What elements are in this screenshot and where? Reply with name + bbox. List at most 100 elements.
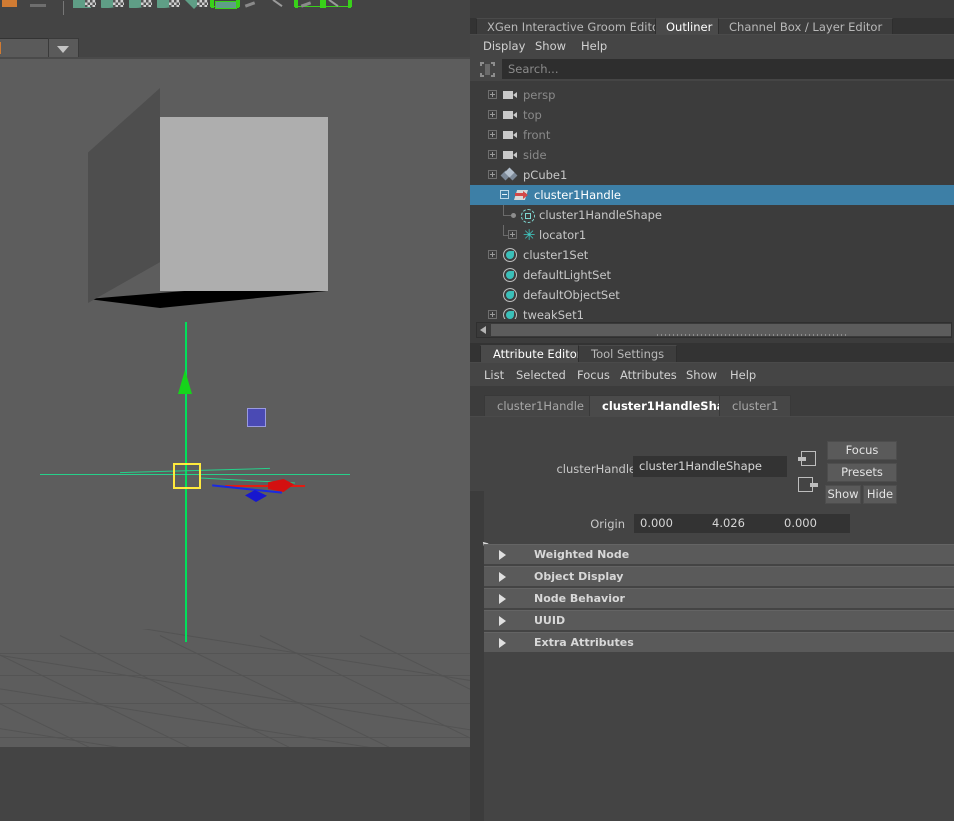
origin-z-input[interactable]: 0.000 (778, 514, 850, 533)
outliner-menu-display[interactable]: Display (483, 39, 525, 53)
list-item[interactable]: tweakSet1 (470, 305, 954, 319)
outliner-item-label: pCube1 (523, 168, 568, 182)
y-axis-arrow-icon[interactable] (178, 370, 192, 394)
list-item[interactable]: ✳ locator1 (470, 225, 954, 245)
ae-menu-selected[interactable]: Selected (516, 368, 566, 382)
node-tab-cluster1[interactable]: cluster1 (719, 395, 792, 416)
list-item[interactable]: front (470, 125, 954, 145)
viewport-3d[interactable] (0, 57, 470, 747)
last-tool-icon[interactable] (322, 0, 352, 8)
expander-toggle[interactable] (488, 90, 497, 99)
expander-toggle[interactable] (488, 130, 497, 139)
locator1-handle[interactable] (247, 408, 266, 427)
manipulator-center-handle[interactable] (173, 463, 201, 489)
frame-all-icon[interactable] (480, 62, 495, 77)
select-mesh-icon[interactable] (71, 0, 99, 8)
list-item[interactable]: pCube1 (470, 165, 954, 185)
focus-button[interactable]: Focus (827, 441, 897, 460)
list-item-selected[interactable]: cluster1Handle (470, 185, 954, 205)
ae-menu-attributes[interactable]: Attributes (620, 368, 677, 382)
snap-curve-icon[interactable] (28, 0, 56, 7)
section-label: Weighted Node (534, 548, 630, 561)
list-item[interactable]: cluster1Set (470, 245, 954, 265)
move-tool-icon[interactable] (210, 0, 240, 9)
scrollbar-grip (657, 334, 847, 336)
arrow-left-icon[interactable] (480, 326, 486, 334)
output-connection-icon[interactable] (798, 477, 818, 492)
ae-menu-list[interactable]: List (484, 368, 504, 382)
section-label: Extra Attributes (534, 636, 634, 649)
list-item[interactable]: cluster1HandleShape (470, 205, 954, 225)
presets-button[interactable]: Presets (827, 463, 897, 482)
scale-tool-icon[interactable] (267, 0, 295, 7)
clusterhandle-input[interactable]: cluster1HandleShape (633, 456, 787, 477)
outliner-item-label: cluster1Handle (534, 188, 621, 202)
expander-toggle[interactable] (488, 170, 497, 179)
list-item[interactable]: top (470, 105, 954, 125)
node-tab-cluster1handle[interactable]: cluster1Handle (484, 395, 597, 416)
outliner-menu-bar: Display Show Help (470, 35, 954, 57)
ae-menu-help[interactable]: Help (730, 368, 756, 382)
outliner-item-label: persp (523, 88, 556, 102)
chevron-right-icon (499, 572, 506, 582)
expander-toggle[interactable] (500, 190, 509, 199)
paint-select-icon[interactable] (155, 0, 183, 8)
soft-select-icon[interactable] (99, 0, 127, 8)
ae-menu-focus[interactable]: Focus (577, 368, 610, 382)
clusterhandle-label: clusterHandle: (556, 462, 640, 476)
search-input[interactable]: Search... (502, 59, 954, 79)
outliner-tab-bar: XGen Interactive Groom Editor Outliner C… (470, 18, 954, 36)
cluster-handle-icon (514, 188, 529, 202)
set-icon (503, 268, 517, 282)
list-item[interactable]: side (470, 145, 954, 165)
mesh-icon (500, 167, 518, 182)
toolbar-second-row (0, 17, 470, 74)
set-icon (503, 308, 517, 319)
outliner-item-label: top (523, 108, 542, 122)
set-icon (503, 288, 517, 302)
snap-grid-icon[interactable] (0, 0, 28, 7)
attribute-editor-panel: Attribute Editor Tool Settings List Sele… (470, 343, 954, 821)
hide-button[interactable]: Hide (863, 485, 897, 504)
origin-x-input[interactable]: 0.000 (634, 514, 706, 533)
cone-select-icon[interactable] (183, 0, 211, 9)
expander-toggle[interactable] (488, 310, 497, 319)
chevron-right-icon (499, 550, 506, 560)
section-object-display[interactable]: Object Display (484, 566, 954, 586)
input-connection-icon[interactable] (798, 451, 816, 466)
section-weighted-node[interactable]: Weighted Node (484, 544, 954, 564)
section-uuid[interactable]: UUID (484, 610, 954, 630)
show-manipulator-icon[interactable] (294, 0, 324, 8)
toolbar-icon-group (0, 0, 352, 17)
tab-tool-settings[interactable]: Tool Settings (578, 345, 678, 363)
outliner-menu-help[interactable]: Help (581, 39, 607, 53)
locator-icon: ✳ (522, 226, 536, 244)
expander-toggle[interactable] (488, 110, 497, 119)
outliner-tree[interactable]: persp top front side pCube1 cluster1Hand… (470, 81, 954, 319)
outliner-item-label: tweakSet1 (523, 308, 584, 319)
ae-menu-show[interactable]: Show (686, 368, 717, 382)
list-item[interactable]: defaultObjectSet (470, 285, 954, 305)
section-extra-attributes[interactable]: Extra Attributes (484, 632, 954, 652)
expander-toggle[interactable] (488, 250, 497, 259)
show-button[interactable]: Show (825, 485, 861, 504)
camera-icon (503, 108, 518, 122)
move-manipulator[interactable] (40, 322, 360, 642)
rotate-tool-icon[interactable] (239, 0, 267, 8)
expander-toggle[interactable] (488, 150, 497, 159)
outliner-menu-show[interactable]: Show (535, 39, 566, 53)
origin-label: Origin (590, 517, 625, 531)
list-item[interactable]: defaultLightSet (470, 265, 954, 285)
list-item[interactable]: persp (470, 85, 954, 105)
outliner-horizontal-scrollbar[interactable] (476, 322, 952, 338)
origin-y-input[interactable]: 4.026 (706, 514, 778, 533)
expander-toggle[interactable] (508, 230, 517, 239)
section-node-behavior[interactable]: Node Behavior (484, 588, 954, 608)
outliner-item-label: front (523, 128, 551, 142)
viewport-grid (0, 629, 470, 747)
lasso-select-icon[interactable] (127, 0, 155, 8)
chevron-right-icon (499, 594, 506, 604)
outliner-item-label: cluster1HandleShape (539, 208, 662, 222)
pcube1-mesh[interactable] (88, 88, 328, 308)
outliner-item-label: side (523, 148, 547, 162)
